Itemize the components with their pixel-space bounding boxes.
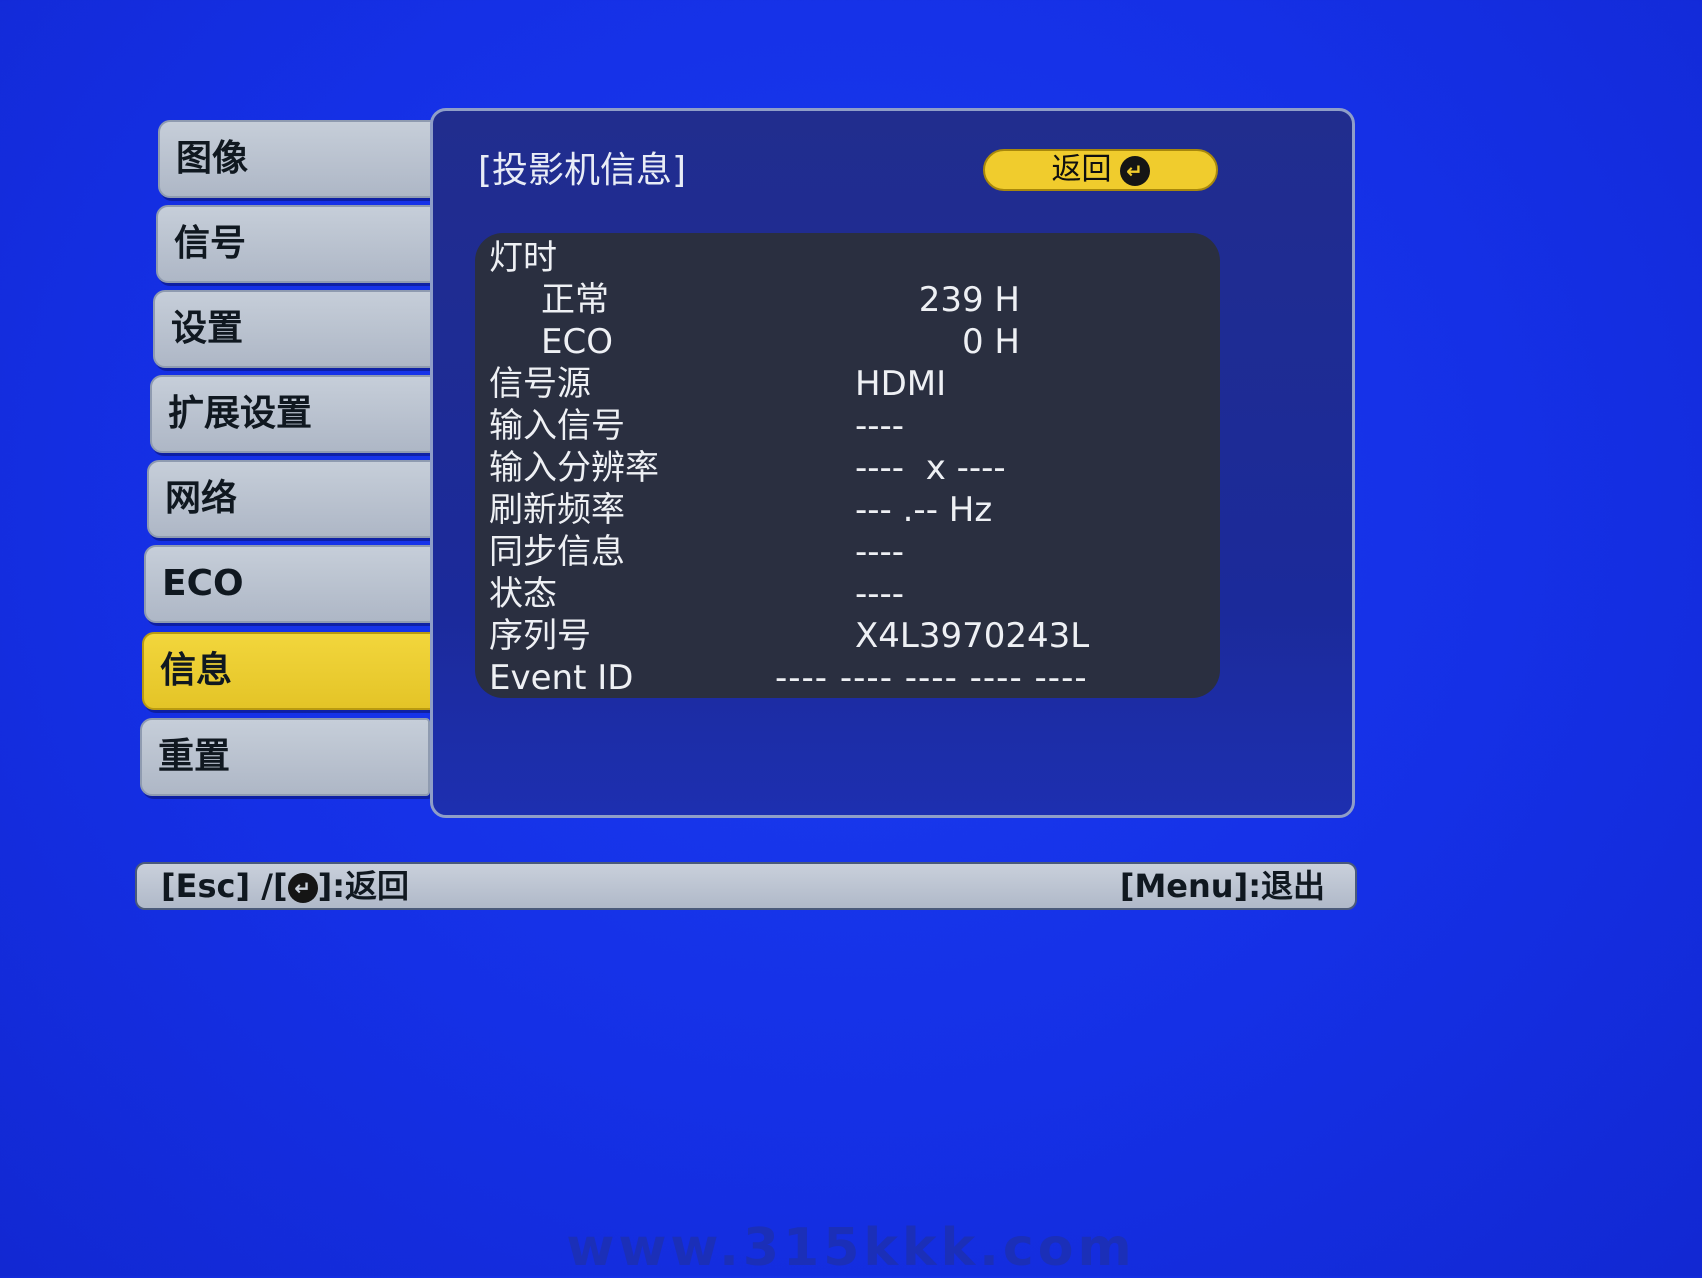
event-id-value: ---- ---- ---- ---- ---- bbox=[775, 658, 1088, 698]
help-back-suffix: ]:返回 bbox=[317, 867, 410, 905]
serial-row: 序列号 X4L3970243L bbox=[475, 615, 1220, 657]
lamp-hours-label: 灯时 bbox=[489, 238, 557, 278]
eco-hours-row: ECO 0 H bbox=[475, 321, 1220, 363]
back-button-label: 返回 bbox=[1051, 152, 1112, 187]
resolution-row: 输入分辨率 ---- x ---- bbox=[475, 447, 1220, 489]
status-label: 状态 bbox=[489, 574, 557, 614]
sync-info-row: 同步信息 ---- bbox=[475, 531, 1220, 573]
source-value: HDMI bbox=[855, 364, 947, 404]
event-id-row: Event ID ---- ---- ---- ---- ---- bbox=[475, 657, 1220, 699]
panel-title: [投影机信息] bbox=[478, 150, 687, 191]
event-id-label: Event ID bbox=[489, 658, 634, 698]
help-bar: [Esc] /[↵]:返回 [Menu]:退出 bbox=[135, 862, 1357, 910]
sidebar-item-reset[interactable]: 重置 bbox=[140, 718, 430, 796]
refresh-rate-label: 刷新频率 bbox=[489, 490, 625, 530]
sidebar-item-image[interactable]: 图像 bbox=[158, 120, 448, 198]
info-list: 灯时 正常 239 H ECO 0 H 信号源 HDMI 输入信号 ---- 输… bbox=[475, 233, 1220, 698]
back-button[interactable]: 返回 ↵ bbox=[983, 149, 1218, 191]
eco-hours-value: 0 H bbox=[961, 322, 1020, 362]
status-value: ---- bbox=[855, 574, 905, 614]
normal-hours-row: 正常 239 H bbox=[475, 279, 1220, 321]
status-row: 状态 ---- bbox=[475, 573, 1220, 615]
projector-info-panel: [投影机信息] 返回 ↵ 灯时 正常 239 H ECO 0 H 信号源 HDMI… bbox=[430, 108, 1355, 818]
serial-label: 序列号 bbox=[489, 616, 591, 656]
sidebar-item-network[interactable]: 网络 bbox=[147, 460, 437, 538]
input-signal-value: ---- bbox=[855, 406, 905, 446]
normal-hours-label: 正常 bbox=[541, 280, 609, 320]
source-row: 信号源 HDMI bbox=[475, 363, 1220, 405]
lamp-hours-row: 灯时 bbox=[475, 237, 1220, 279]
help-back-hint: [Esc] /[↵]:返回 bbox=[161, 864, 409, 908]
resolution-value: ---- x ---- bbox=[855, 448, 1006, 488]
input-signal-row: 输入信号 ---- bbox=[475, 405, 1220, 447]
sync-info-value: ---- bbox=[855, 532, 905, 572]
sidebar-item-signal[interactable]: 信号 bbox=[156, 205, 446, 283]
sync-info-label: 同步信息 bbox=[489, 532, 625, 572]
refresh-rate-value: --- .-- Hz bbox=[855, 490, 993, 530]
help-exit-hint: [Menu]:退出 bbox=[1119, 867, 1325, 905]
watermark: www.315kkk.com bbox=[566, 1218, 1136, 1278]
sidebar-item-settings[interactable]: 设置 bbox=[153, 290, 443, 368]
sidebar-item-eco[interactable]: ECO bbox=[144, 545, 434, 623]
eco-hours-label: ECO bbox=[541, 322, 613, 362]
source-label: 信号源 bbox=[489, 364, 591, 404]
sidebar-item-info[interactable]: 信息 bbox=[142, 632, 447, 710]
serial-value: X4L3970243L bbox=[855, 616, 1090, 656]
refresh-rate-row: 刷新频率 --- .-- Hz bbox=[475, 489, 1220, 531]
input-signal-label: 输入信号 bbox=[489, 406, 625, 446]
sidebar-item-extended-settings[interactable]: 扩展设置 bbox=[150, 375, 440, 453]
enter-icon: ↵ bbox=[287, 873, 318, 903]
resolution-label: 输入分辨率 bbox=[489, 448, 659, 488]
enter-icon: ↵ bbox=[1119, 155, 1150, 186]
normal-hours-value: 239 H bbox=[918, 280, 1020, 320]
help-back-prefix: [Esc] /[ bbox=[161, 867, 288, 905]
